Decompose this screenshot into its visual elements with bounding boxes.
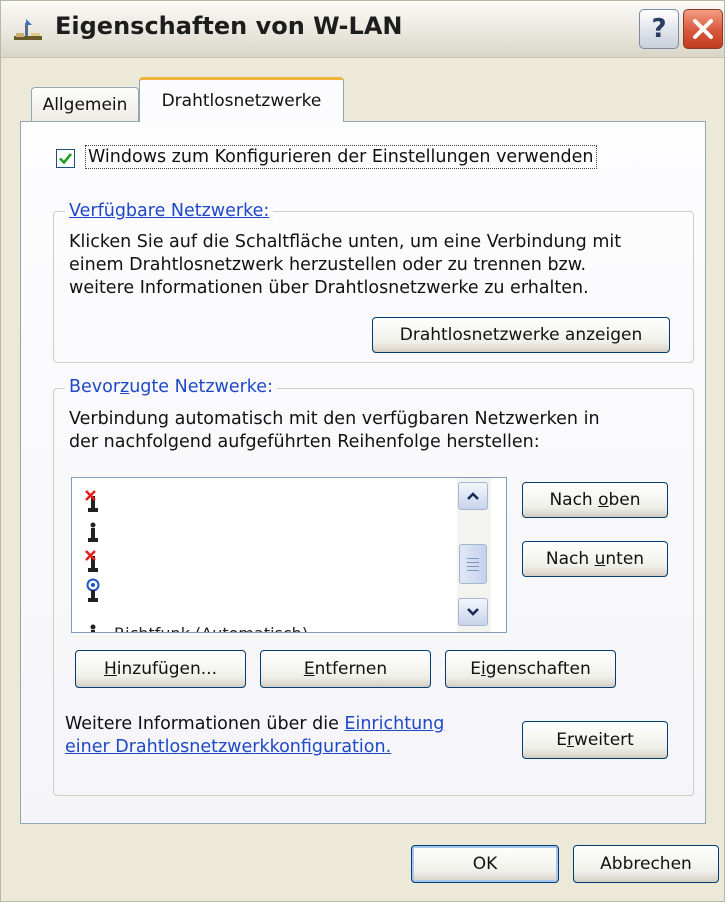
wireless-network-icon — [90, 624, 96, 632]
close-icon — [693, 19, 713, 39]
tab-general[interactable]: Allgemein — [31, 87, 139, 121]
cancel-label: Abbrechen — [600, 854, 692, 874]
advanced-label: Erweitert — [556, 730, 634, 750]
preferred-networks-list[interactable]: Richtfunk (Automatisch) — [71, 477, 507, 633]
help-icon: ? — [651, 14, 667, 44]
list-item[interactable] — [84, 546, 444, 576]
scroll-up-button[interactable] — [458, 482, 488, 510]
move-down-label: Nach unten — [545, 549, 645, 569]
setup-help-link[interactable]: Einrichtung — [344, 714, 444, 734]
preferred-networks-legend: Bevorzugte Netzwerke: — [65, 377, 277, 397]
list-item[interactable] — [84, 516, 444, 546]
legend-part-1: Bevor — [69, 377, 121, 397]
preferred-line-2: der nachfolgend aufgeführten Reihenfolge… — [69, 432, 540, 452]
tab-general-label: Allgemein — [42, 94, 128, 115]
wireless-network-disabled-icon — [85, 490, 98, 512]
checkmark-icon — [59, 153, 73, 165]
network-connection-icon — [14, 19, 42, 40]
info-text-line-2: einer Drahtlosnetzwerkkonfiguration. — [65, 736, 391, 759]
scroll-thumb[interactable] — [459, 544, 487, 584]
chevron-up-icon — [467, 492, 479, 500]
configure-checkbox[interactable] — [56, 149, 75, 168]
available-line-1: Klicken Sie auf die Schaltfläche unten, … — [69, 232, 622, 252]
remove-network-button[interactable]: Entfernen — [260, 650, 431, 688]
tab-wireless-networks-label: Drahtlosnetzwerke — [161, 91, 322, 111]
chevron-down-icon — [467, 608, 479, 616]
close-button[interactable] — [683, 9, 723, 49]
show-wireless-networks-button[interactable]: Drahtlosnetzwerke anzeigen — [372, 317, 670, 353]
setup-help-link-continued[interactable]: einer Drahtlosnetzwerkkonfiguration. — [65, 737, 391, 757]
legend-part-2: ugte Netzwerke: — [129, 377, 273, 397]
cancel-button[interactable]: Abbrechen — [573, 845, 719, 883]
configure-checkbox-label[interactable]: Windows zum Konfigurieren der Einstellun… — [85, 145, 597, 169]
properties-dialog: Eigenschaften von W-LAN ? Allgemein Drah… — [0, 0, 725, 902]
advanced-button[interactable]: Erweitert — [522, 721, 668, 759]
scroll-down-button[interactable] — [458, 598, 488, 626]
wireless-network-disabled-icon — [85, 550, 98, 572]
window-title: Eigenschaften von W-LAN — [55, 12, 403, 40]
ok-button[interactable]: OK — [411, 845, 559, 883]
available-networks-legend-text: Verfügbare Netzwerke: — [69, 201, 270, 221]
info-text: Weitere Informationen über die — [65, 714, 345, 734]
move-down-button[interactable]: Nach unten — [522, 541, 668, 577]
legend-accel: z — [120, 377, 130, 397]
remove-network-label: Entfernen — [303, 659, 388, 679]
available-line-3: weitere Informationen über Drahtlosnetzw… — [69, 278, 589, 298]
move-up-button[interactable]: Nach oben — [522, 482, 668, 518]
wireless-network-connected-icon — [86, 578, 100, 602]
show-wireless-networks-label: Drahtlosnetzwerke anzeigen — [399, 325, 643, 345]
list-item-name: Richtfunk (Automatisch) — [114, 623, 309, 633]
info-text-line-1: Weitere Informationen über die Einrichtu… — [65, 713, 444, 736]
list-scrollbar[interactable] — [457, 478, 491, 632]
ok-label: OK — [472, 854, 498, 874]
title-bar[interactable]: Eigenschaften von W-LAN ? — [1, 1, 724, 58]
available-line-2: einem Drahtlosnetzwerk herzustellen oder… — [69, 255, 587, 275]
list-item[interactable] — [84, 486, 444, 516]
network-properties-button[interactable]: Eigenschaften — [445, 650, 616, 688]
help-button[interactable]: ? — [639, 9, 679, 49]
available-networks-legend: Verfügbare Netzwerke: — [65, 201, 274, 221]
add-network-label: Hinzufügen... — [104, 659, 217, 679]
preferred-line-1: Verbindung automatisch mit den verfügbar… — [69, 409, 600, 429]
add-network-button[interactable]: Hinzufügen... — [75, 650, 246, 688]
tab-wireless-networks[interactable]: Drahtlosnetzwerke — [139, 77, 344, 122]
list-item[interactable]: Richtfunk (Automatisch) — [84, 618, 444, 633]
list-item[interactable] — [84, 576, 444, 606]
move-up-label: Nach oben — [549, 490, 641, 510]
configure-checkbox-text: Windows zum Konfigurieren der Einstellun… — [88, 147, 594, 167]
network-properties-label: Eigenschaften — [470, 659, 591, 679]
wireless-network-icon — [88, 522, 98, 542]
